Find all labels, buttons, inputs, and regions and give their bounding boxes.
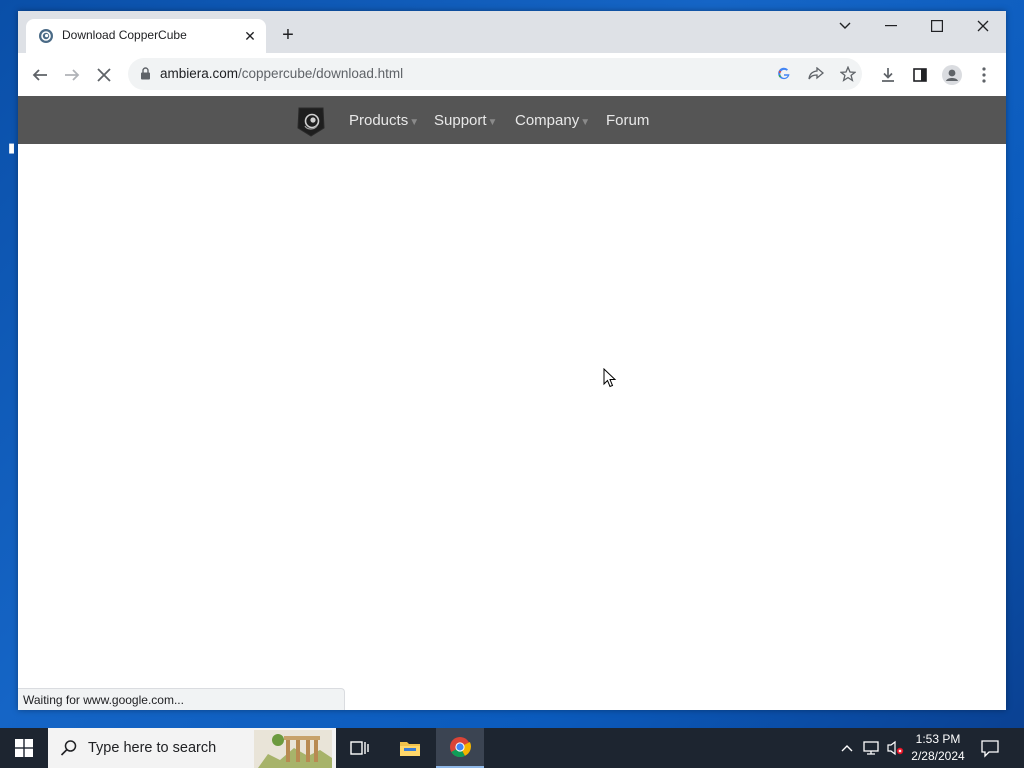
tab-download-coppercube[interactable]: Download CopperCube ✕ [26,19,266,53]
chevron-down-icon: ▼ [409,117,420,128]
nav-support[interactable]: Support▼ [434,112,497,129]
status-bar: Waiting for www.google.com... [18,688,345,710]
tab-title: Download CopperCube [62,28,187,42]
downloads-icon[interactable] [874,61,902,89]
address-bar[interactable]: ambiera.com/coppercube/download.html [128,58,862,90]
network-icon[interactable] [862,739,880,757]
search-placeholder: Type here to search [88,740,217,756]
url-text[interactable]: ambiera.com/coppercube/download.html [160,66,403,81]
clock-time: 1:53 PM [915,732,961,746]
minimize-button[interactable] [868,11,914,41]
tab-strip: Download CopperCube ✕ + [18,11,1006,53]
close-window-button[interactable] [960,11,1006,41]
bookmark-star-icon[interactable] [837,63,859,85]
desktop: ▮ [0,0,18,728]
site-navbar: Products▼ Support▼ Company▼ Forum [18,96,1006,144]
start-button[interactable] [0,728,48,768]
profile-avatar-icon[interactable] [938,61,966,89]
nav-products[interactable]: Products▼ [349,112,419,129]
share-icon[interactable] [805,63,827,85]
forward-button[interactable] [58,61,86,89]
new-tab-button[interactable]: + [276,24,300,48]
mouse-cursor-icon [603,368,617,388]
clock-date: 2/28/2024 [911,749,965,763]
search-highlight-illustration-icon [254,730,332,768]
site-favicon-icon [39,29,53,43]
system-clock[interactable]: 1:53 PM 2/28/2024 [908,731,968,765]
file-explorer-button[interactable] [386,728,434,768]
taskbar: Type here to search 1:53 PM 2/28/2024 [0,728,1024,768]
stop-loading-button[interactable] [90,61,118,89]
notification-center-icon[interactable] [980,738,1000,758]
chrome-taskbar-button[interactable] [436,728,484,768]
chevron-down-icon: ▼ [487,117,498,128]
ambiera-logo-icon[interactable] [294,104,328,138]
nav-forum[interactable]: Forum [606,112,649,129]
back-button[interactable] [26,61,54,89]
maximize-button[interactable] [914,11,960,41]
side-panel-icon[interactable] [906,61,934,89]
browser-window: Download CopperCube ✕ + ambiera.com/copp… [18,11,1006,710]
chrome-icon [450,737,471,758]
lock-icon[interactable] [140,67,151,80]
task-view-button[interactable] [336,728,384,768]
google-lens-icon[interactable] [773,63,795,85]
show-hidden-icons-chevron-icon[interactable] [838,739,856,757]
desktop-icon-fragment[interactable]: ▮ [8,140,15,156]
taskbar-search-box[interactable]: Type here to search [48,728,336,768]
volume-muted-icon[interactable] [886,739,904,757]
task-view-icon [350,741,369,755]
menu-kebab-icon[interactable] [970,61,998,89]
nav-company[interactable]: Company▼ [515,112,590,129]
close-tab-icon[interactable]: ✕ [240,26,260,46]
browser-toolbar: ambiera.com/coppercube/download.html [18,53,1006,97]
folder-icon [400,742,420,756]
search-icon [60,740,77,756]
page-content: Products▼ Support▼ Company▼ Forum Waitin… [18,96,1006,710]
windows-logo-icon [15,739,33,757]
tab-search-icon[interactable] [822,11,868,41]
chevron-down-icon: ▼ [580,117,591,128]
